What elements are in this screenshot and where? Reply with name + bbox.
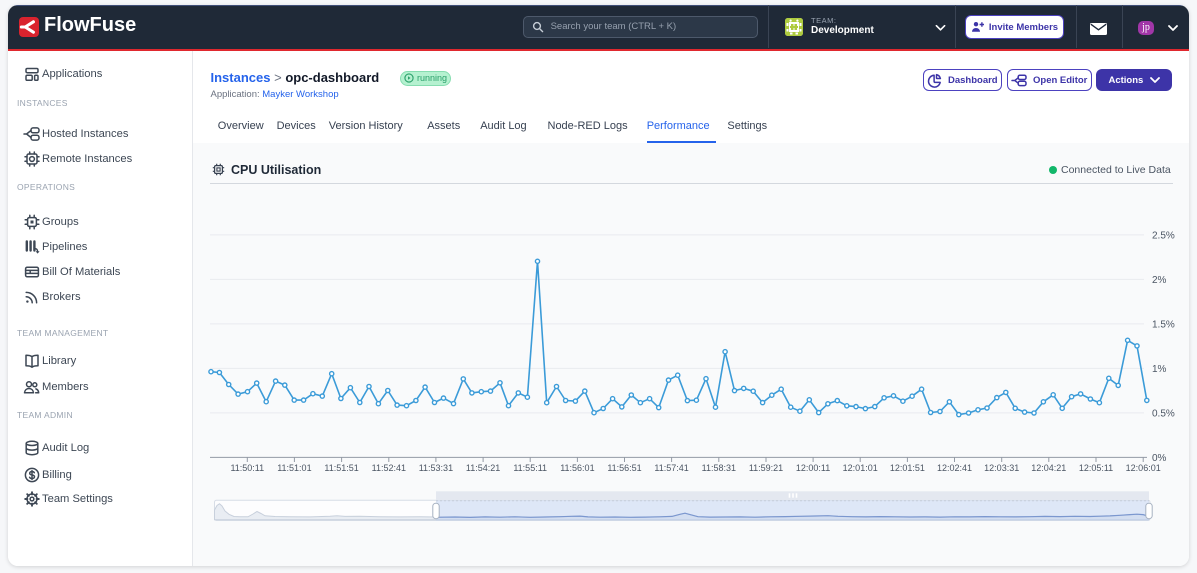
svg-text:12:00:11: 12:00:11 <box>796 463 830 473</box>
svg-text:11:56:51: 11:56:51 <box>607 463 641 473</box>
svg-text:12:04:21: 12:04:21 <box>1031 463 1066 473</box>
svg-text:11:51:51: 11:51:51 <box>324 463 358 473</box>
svg-text:11:54:21: 11:54:21 <box>466 463 500 473</box>
svg-text:11:51:01: 11:51:01 <box>277 463 311 473</box>
svg-text:12:01:01: 12:01:01 <box>843 463 878 473</box>
svg-text:1.5%: 1.5% <box>1152 319 1175 330</box>
svg-text:12:03:31: 12:03:31 <box>984 463 1019 473</box>
svg-text:12:05:11: 12:05:11 <box>1079 463 1113 473</box>
svg-text:11:59:21: 11:59:21 <box>749 463 783 473</box>
svg-text:12:01:51: 12:01:51 <box>890 463 925 473</box>
svg-text:11:58:31: 11:58:31 <box>702 463 736 473</box>
svg-text:12:02:41: 12:02:41 <box>937 463 972 473</box>
svg-text:2.5%: 2.5% <box>1152 230 1175 241</box>
svg-text:11:50:11: 11:50:11 <box>230 463 264 473</box>
svg-text:12:06:01: 12:06:01 <box>1126 463 1161 473</box>
svg-text:11:53:31: 11:53:31 <box>419 463 453 473</box>
svg-text:11:57:41: 11:57:41 <box>654 463 688 473</box>
svg-text:0.5%: 0.5% <box>1152 408 1175 419</box>
svg-text:11:56:01: 11:56:01 <box>560 463 594 473</box>
svg-text:11:52:41: 11:52:41 <box>372 463 406 473</box>
svg-text:2%: 2% <box>1152 275 1167 286</box>
svg-text:11:55:11: 11:55:11 <box>513 463 547 473</box>
svg-text:1%: 1% <box>1152 364 1167 375</box>
